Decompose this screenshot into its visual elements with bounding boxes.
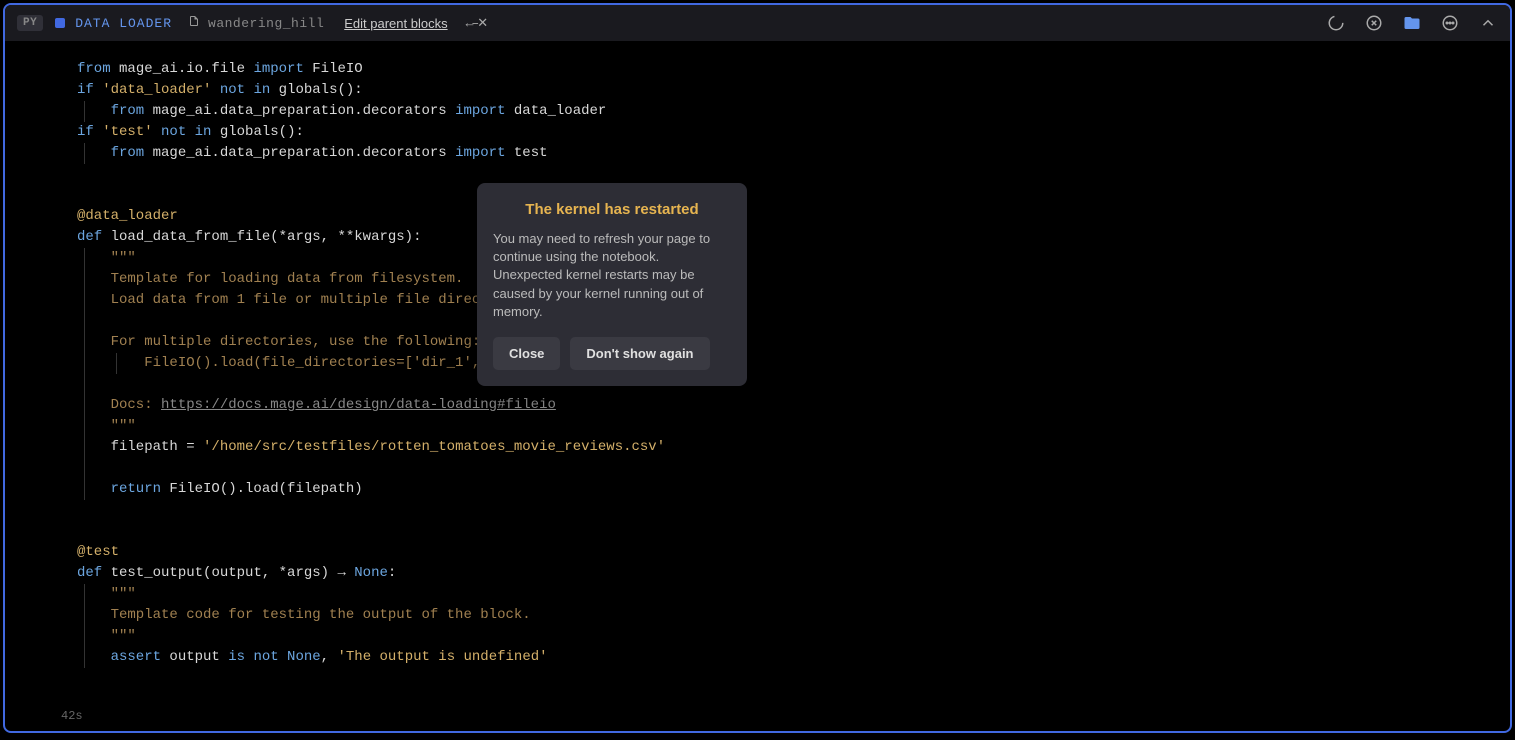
more-options-icon[interactable] xyxy=(1440,13,1460,33)
block-header: PY DATA LOADER wandering_hill Edit paren… xyxy=(5,5,1510,41)
folder-icon[interactable] xyxy=(1402,13,1422,33)
close-button[interactable]: Close xyxy=(493,337,560,370)
code-editor[interactable]: from mage_ai.io.file import FileIO if 'd… xyxy=(5,41,1510,703)
kernel-restart-modal: The kernel has restarted You may need to… xyxy=(477,183,747,386)
modal-title: The kernel has restarted xyxy=(493,201,731,218)
collapse-toggle[interactable]: ←‒✕ xyxy=(466,16,487,31)
loading-spinner-icon xyxy=(1326,13,1346,33)
modal-body: You may need to refresh your page to con… xyxy=(493,230,731,321)
dont-show-again-button[interactable]: Don't show again xyxy=(570,337,709,370)
file-icon xyxy=(188,15,200,31)
code-block-container: PY DATA LOADER wandering_hill Edit paren… xyxy=(3,3,1512,733)
edit-parent-blocks-link[interactable]: Edit parent blocks xyxy=(344,16,447,31)
language-badge: PY xyxy=(17,15,43,31)
cancel-icon[interactable] xyxy=(1364,13,1384,33)
block-color-dot xyxy=(55,18,65,28)
execution-time: 42s xyxy=(5,703,1510,731)
modal-buttons: Close Don't show again xyxy=(493,337,731,370)
block-type-label: DATA LOADER xyxy=(75,16,172,31)
block-name[interactable]: wandering_hill xyxy=(208,16,324,31)
chevron-up-icon[interactable] xyxy=(1478,13,1498,33)
